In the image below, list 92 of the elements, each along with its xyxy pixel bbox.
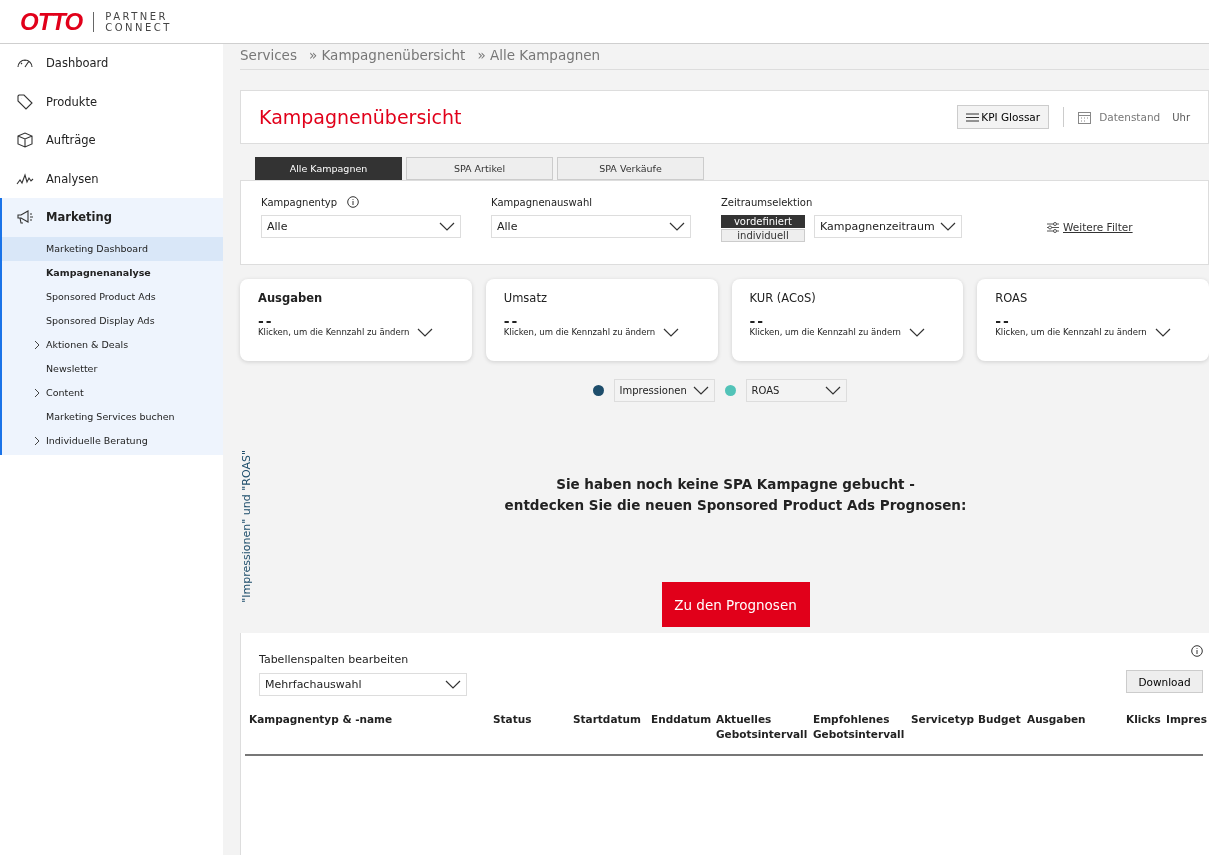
chevron-down-icon — [669, 222, 685, 231]
campaign-type-dropdown[interactable]: Alle — [261, 215, 461, 238]
chevron-down-icon — [1154, 327, 1171, 337]
column-header[interactable]: Startdatum — [573, 712, 651, 742]
chevron-right-icon — [34, 387, 40, 398]
submenu-item[interactable]: Sponsored Product Ads — [2, 284, 223, 309]
submenu-item[interactable]: Content — [2, 380, 223, 405]
chevron-down-icon — [417, 327, 434, 337]
column-header[interactable]: Budget — [978, 712, 1027, 742]
column-header[interactable]: Servicetyp — [911, 712, 978, 742]
submenu-item[interactable]: Marketing Dashboard — [2, 236, 223, 261]
tag-icon — [16, 92, 34, 111]
column-header[interactable]: Status — [493, 712, 573, 742]
logo-subtitle: CONNECT — [105, 21, 172, 33]
box-icon — [16, 131, 34, 150]
filter-label: Kampagnentyp — [261, 196, 338, 208]
kpi-value: -- — [995, 313, 1011, 327]
kpi-title: KUR (ACoS) — [749, 291, 817, 307]
column-header[interactable]: Enddatum — [651, 712, 716, 742]
data-status-label: Datenstand — [1099, 111, 1161, 123]
submenu-item[interactable]: Aktionen & Deals — [2, 332, 223, 357]
period-dropdown[interactable]: Kampagnenzeitraum — [814, 215, 962, 238]
kpi-value: -- — [749, 313, 766, 327]
column-header[interactable]: Aktuelles Gebotsintervall — [716, 712, 813, 742]
kpi-title: ROAS — [995, 291, 1029, 307]
axis-label: "Impressionen" und "ROAS" — [240, 450, 253, 603]
kpi-hint: Klicken, um die Kennzahl zu ändern — [749, 327, 901, 337]
chevron-down-icon — [692, 386, 709, 395]
period-option[interactable]: individuell — [721, 229, 805, 242]
otto-logo[interactable]: OTTO — [20, 7, 83, 36]
kpi-card[interactable]: Umsatz -- Klicken, um die Kennzahl zu ändern — [485, 279, 718, 361]
kpi-card[interactable]: KUR (ACoS) -- Klicken, um die Kennzahl zu ändern — [731, 279, 964, 361]
kpi-hint: Klicken, um die Kennzahl zu ändern — [258, 327, 410, 337]
kpi-title: Ausgaben — [258, 291, 324, 307]
info-icon — [1191, 645, 1203, 657]
kpi-glossary-button[interactable]: KPI Glossar — [957, 105, 1050, 129]
chevron-down-icon — [439, 222, 455, 231]
chevron-down-icon — [824, 386, 841, 395]
kpi-card[interactable]: Ausgaben -- Klicken, um die Kennzahl zu ändern — [240, 279, 472, 361]
sidebar-item[interactable]: Analysen — [0, 159, 223, 198]
measure-dropdown[interactable]: Impressionen — [613, 379, 715, 402]
filter-label: Kampagnenauswahl — [491, 196, 592, 208]
sidebar-item[interactable]: Marketing — [0, 198, 223, 237]
forecast-button[interactable]: Zu den Prognosen — [661, 582, 810, 627]
column-header[interactable]: Impres — [1166, 712, 1207, 742]
sidebar-item[interactable]: Dashboard — [0, 44, 223, 83]
sidebar-item[interactable]: Aufträge — [0, 121, 223, 160]
columns-label: Tabellenspalten bearbeiten — [259, 653, 410, 666]
column-header[interactable]: Ausgaben — [1027, 712, 1126, 742]
list-icon — [966, 112, 980, 122]
kpi-value: -- — [503, 313, 520, 327]
submenu-item[interactable]: Marketing Services buchen — [2, 404, 223, 429]
chevron-down-icon — [663, 327, 680, 337]
breadcrumb-link[interactable]: » Kampagnenübersicht — [308, 46, 466, 63]
data-status-value: Uhr — [1172, 111, 1190, 123]
column-header[interactable]: Empfohlenes Gebotsintervall — [813, 712, 911, 742]
columns-dropdown[interactable]: Mehrfachauswahl — [259, 673, 467, 696]
megaphone-icon — [16, 208, 34, 227]
download-button[interactable]: Download — [1126, 670, 1203, 693]
kpi-value: -- — [258, 313, 274, 327]
filter-label: Zeitraumselektion — [721, 196, 813, 208]
breadcrumb-link[interactable]: » Alle Kampagnen — [477, 46, 601, 63]
tab[interactable]: SPA Artikel — [406, 157, 553, 180]
sliders-icon — [1047, 221, 1059, 233]
info-icon — [347, 196, 360, 208]
kpi-title: Umsatz — [503, 291, 548, 307]
sidebar-item[interactable]: Produkte — [0, 82, 223, 121]
campaign-selection-dropdown[interactable]: Alle — [491, 215, 691, 238]
chevron-down-icon — [908, 327, 925, 337]
tab[interactable]: Alle Kampagnen — [255, 157, 402, 180]
chevron-right-icon — [34, 435, 40, 446]
chevron-right-icon — [34, 339, 40, 350]
column-header[interactable]: Klicks — [1126, 712, 1166, 742]
more-filters-link[interactable]: Weitere Filter — [1047, 221, 1133, 233]
page-title: Kampagnenübersicht — [259, 106, 463, 128]
submenu-item[interactable]: Individuelle Beratung — [2, 428, 223, 453]
submenu-item[interactable]: Kampagnenanalyse — [2, 260, 223, 285]
kpi-hint: Klicken, um die Kennzahl zu ändern — [995, 327, 1147, 337]
chevron-down-icon — [445, 680, 461, 689]
chevron-down-icon — [940, 222, 956, 231]
logo-subtitle: PARTNER — [105, 10, 170, 22]
period-option[interactable]: vordefiniert — [721, 215, 805, 228]
empty-chart-message: Sie haben noch keine SPA Kampagne gebucht - entdecken Sie die neuen Sponsored Product Ads Prognosen: — [504, 475, 967, 515]
calendar-icon — [1078, 110, 1092, 124]
submenu-item[interactable]: Newsletter — [2, 356, 223, 381]
column-header[interactable]: Kampagnentyp & -name — [249, 712, 493, 742]
tab[interactable]: SPA Verkäufe — [557, 157, 704, 180]
kpi-card[interactable]: ROAS -- Klicken, um die Kennzahl zu ändern — [977, 279, 1209, 361]
submenu-item[interactable]: Sponsored Display Ads — [2, 308, 223, 333]
measure-dropdown[interactable]: ROAS — [745, 379, 847, 402]
kpi-hint: Klicken, um die Kennzahl zu ändern — [503, 327, 656, 337]
breadcrumb-link[interactable]: Services — [240, 46, 297, 63]
